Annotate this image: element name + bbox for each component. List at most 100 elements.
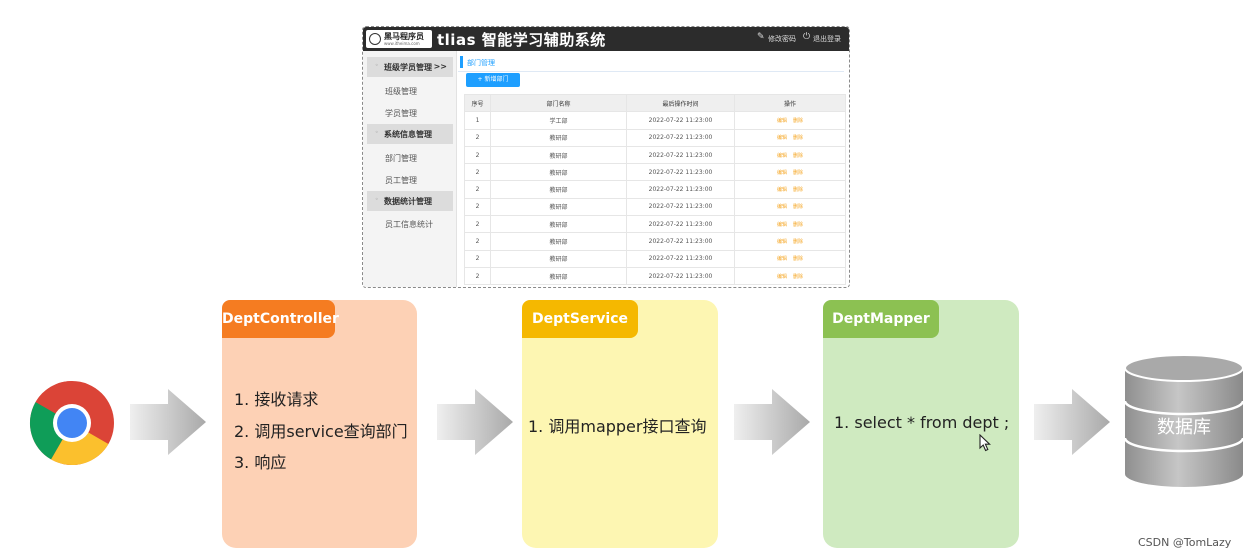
watermark: CSDN @TomLazy bbox=[1138, 536, 1232, 549]
flow-arrow-icon bbox=[1034, 389, 1110, 455]
sidebar-group-system-info[interactable]: ◦ 系统信息管理 bbox=[367, 124, 453, 144]
edit-link[interactable]: 编辑 bbox=[777, 187, 787, 193]
column-header: 操作 bbox=[734, 93, 846, 113]
cell-actions: 编辑 删除 bbox=[734, 111, 846, 130]
app-title: tlias 智能学习辅助系统 bbox=[437, 31, 606, 49]
mapper-title: DeptMapper bbox=[823, 300, 939, 338]
cell-index: 1 bbox=[464, 111, 491, 130]
cell-index: 2 bbox=[464, 163, 491, 182]
expand-arrow-icon: >> bbox=[433, 62, 447, 71]
tab-divider bbox=[458, 71, 844, 72]
edit-link[interactable]: 编辑 bbox=[777, 118, 787, 124]
mouse-cursor-icon bbox=[979, 434, 991, 452]
cell-index: 2 bbox=[464, 266, 491, 286]
delete-link[interactable]: 删除 bbox=[793, 256, 803, 262]
cell-dept-name: 教研部 bbox=[490, 249, 627, 268]
table-row: 2 教研部 2022-07-22 11:23:00 编辑 删除 bbox=[464, 249, 846, 268]
delete-link[interactable]: 删除 bbox=[793, 170, 803, 176]
cell-dept-name: 教研部 bbox=[490, 180, 627, 199]
logo-url: www.itheima.com bbox=[384, 41, 420, 46]
edit-link[interactable]: 编辑 bbox=[777, 256, 787, 262]
bullet-icon: ◦ bbox=[375, 62, 379, 69]
brand-logo: 黑马程序员 www.itheima.com bbox=[366, 30, 432, 48]
delete-link[interactable]: 删除 bbox=[793, 222, 803, 228]
cell-actions: 编辑 删除 bbox=[734, 215, 846, 234]
delete-link[interactable]: 删除 bbox=[793, 239, 803, 245]
cell-dept-name: 教研部 bbox=[490, 197, 627, 217]
cell-index: 2 bbox=[464, 128, 491, 147]
table-row: 2 教研部 2022-07-22 11:23:00 编辑 删除 bbox=[464, 215, 846, 234]
delete-link[interactable]: 删除 bbox=[793, 187, 803, 193]
table-row: 2 教研部 2022-07-22 11:23:00 编辑 删除 bbox=[464, 128, 846, 147]
cell-actions: 编辑 删除 bbox=[734, 128, 846, 147]
service-step: 1. 调用mapper接口查询 bbox=[528, 417, 707, 436]
sidebar-item-class[interactable]: 班级管理 bbox=[385, 86, 417, 97]
cell-dept-name: 学工部 bbox=[490, 111, 627, 130]
controller-title: DeptController bbox=[222, 300, 339, 338]
mapper-step: 1. select * from dept ; bbox=[834, 413, 1010, 432]
sidebar-group-statistics[interactable]: ◦ 数据统计管理 bbox=[367, 191, 453, 211]
logout-link[interactable]: 退出登录 bbox=[813, 34, 841, 44]
edit-link[interactable]: 编辑 bbox=[777, 239, 787, 245]
cell-index: 2 bbox=[464, 180, 491, 199]
table-row: 2 教研部 2022-07-22 11:23:00 编辑 删除 bbox=[464, 197, 846, 217]
table-row: 2 教研部 2022-07-22 11:23:00 编辑 删除 bbox=[464, 266, 846, 286]
cell-actions: 编辑 删除 bbox=[734, 163, 846, 182]
active-tab-marker bbox=[460, 56, 463, 68]
cell-index: 2 bbox=[464, 145, 491, 165]
cell-actions: 编辑 删除 bbox=[734, 232, 846, 251]
edit-link[interactable]: 编辑 bbox=[777, 170, 787, 176]
sidebar-item-student[interactable]: 学员管理 bbox=[385, 108, 417, 119]
sidebar: ◦ 班级学员管理 >> 班级管理 学员管理 ◦ 系统信息管理 部门管理 员工管理… bbox=[363, 51, 457, 287]
column-header: 部门名称 bbox=[490, 93, 627, 113]
edit-link[interactable]: 编辑 bbox=[777, 274, 787, 280]
cell-dept-name: 教研部 bbox=[490, 128, 627, 147]
pencil-icon: ✎ bbox=[757, 32, 765, 42]
delete-link[interactable]: 删除 bbox=[793, 118, 803, 124]
cell-index: 2 bbox=[464, 232, 491, 251]
bullet-icon: ◦ bbox=[375, 129, 379, 136]
sidebar-item-dept[interactable]: 部门管理 bbox=[385, 153, 417, 164]
cell-updated-time: 2022-07-22 11:23:00 bbox=[626, 215, 735, 234]
cell-updated-time: 2022-07-22 11:23:00 bbox=[626, 249, 735, 268]
sidebar-item-employee-stats[interactable]: 员工信息统计 bbox=[385, 219, 433, 230]
column-header: 最后操作时间 bbox=[626, 93, 735, 113]
table-row: 2 教研部 2022-07-22 11:23:00 编辑 删除 bbox=[464, 145, 846, 165]
edit-link[interactable]: 编辑 bbox=[777, 135, 787, 141]
table-row: 2 教研部 2022-07-22 11:23:00 编辑 删除 bbox=[464, 232, 846, 251]
power-icon: ⏻ bbox=[803, 32, 811, 42]
table-row: 2 教研部 2022-07-22 11:23:00 编辑 删除 bbox=[464, 163, 846, 182]
sidebar-group-class-student[interactable]: ◦ 班级学员管理 >> bbox=[367, 57, 453, 77]
table-row: 2 教研部 2022-07-22 11:23:00 编辑 删除 bbox=[464, 180, 846, 199]
cell-updated-time: 2022-07-22 11:23:00 bbox=[626, 163, 735, 182]
edit-link[interactable]: 编辑 bbox=[777, 204, 787, 210]
bullet-icon: ◦ bbox=[375, 196, 379, 203]
chrome-browser-icon bbox=[29, 381, 114, 466]
cell-updated-time: 2022-07-22 11:23:00 bbox=[626, 197, 735, 217]
delete-link[interactable]: 删除 bbox=[793, 135, 803, 141]
edit-link[interactable]: 编辑 bbox=[777, 222, 787, 228]
cell-updated-time: 2022-07-22 11:23:00 bbox=[626, 111, 735, 130]
cell-index: 2 bbox=[464, 215, 491, 234]
app-header: 黑马程序员 www.itheima.com tlias 智能学习辅助系统 ✎ 修… bbox=[363, 27, 849, 51]
cell-updated-time: 2022-07-22 11:23:00 bbox=[626, 232, 735, 251]
sidebar-item-employee[interactable]: 员工管理 bbox=[385, 175, 417, 186]
column-header: 序号 bbox=[464, 93, 491, 113]
logo-icon bbox=[369, 33, 381, 45]
delete-link[interactable]: 删除 bbox=[793, 274, 803, 280]
flow-arrow-icon bbox=[437, 389, 513, 455]
controller-step: 1. 接收请求 bbox=[234, 390, 319, 409]
edit-link[interactable]: 编辑 bbox=[777, 153, 787, 159]
tab-dept-management[interactable]: 部门管理 bbox=[467, 58, 495, 68]
delete-link[interactable]: 删除 bbox=[793, 204, 803, 210]
flow-arrow-icon bbox=[734, 389, 810, 455]
app-screenshot: 黑马程序员 www.itheima.com tlias 智能学习辅助系统 ✎ 修… bbox=[362, 26, 850, 288]
delete-link[interactable]: 删除 bbox=[793, 153, 803, 159]
cell-dept-name: 教研部 bbox=[490, 145, 627, 165]
dept-table: 序号 部门名称 最后操作时间 操作 1 学工部 2022-07-22 11:23:0… bbox=[464, 93, 846, 286]
cell-updated-time: 2022-07-22 11:23:00 bbox=[626, 180, 735, 199]
cell-index: 2 bbox=[464, 197, 491, 217]
change-password-link[interactable]: 修改密码 bbox=[768, 34, 796, 44]
controller-step: 3. 响应 bbox=[234, 453, 287, 472]
add-dept-button[interactable]: + 新增部门 bbox=[466, 73, 520, 87]
